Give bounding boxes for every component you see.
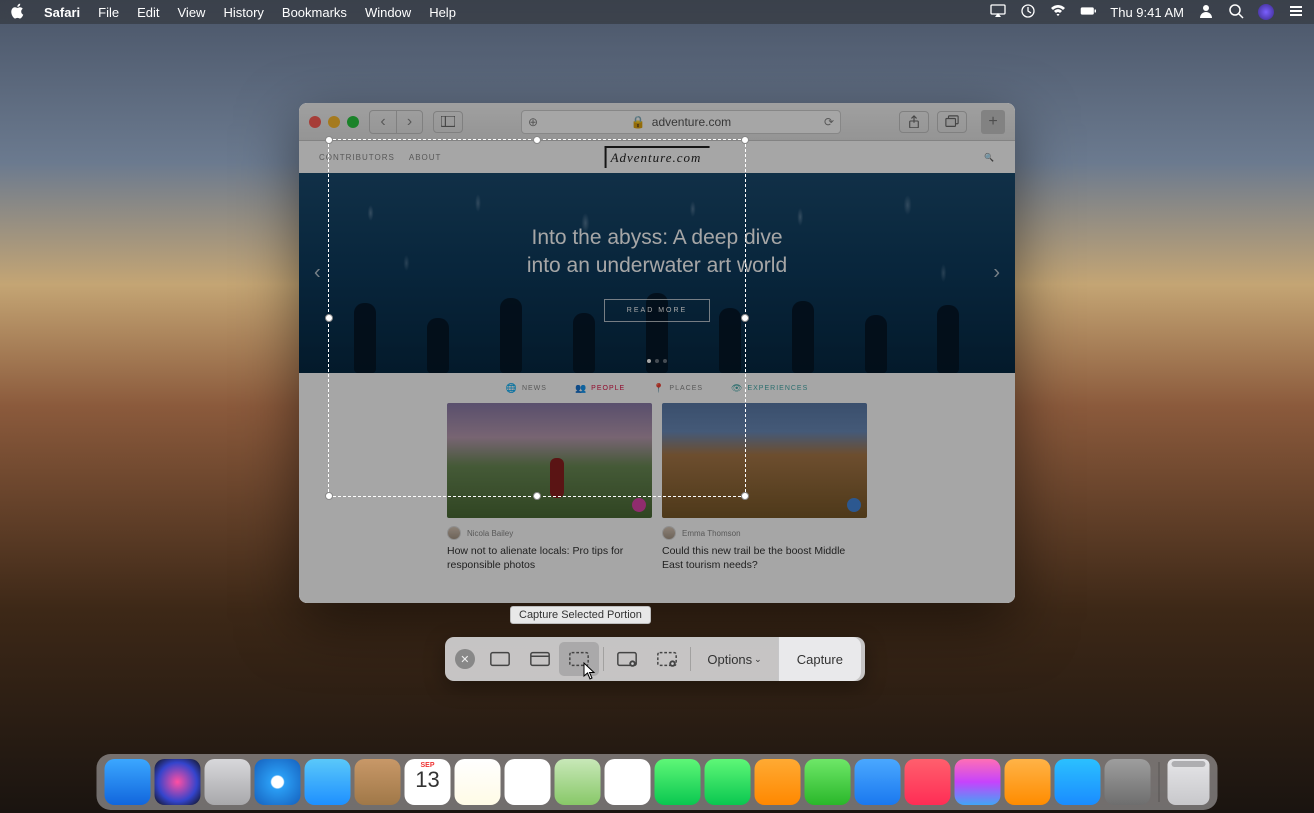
- article-headline: Could this new trail be the boost Middle…: [662, 544, 867, 572]
- dock-app-maps[interactable]: [555, 759, 601, 805]
- close-toolbar-button[interactable]: ✕: [455, 649, 475, 669]
- avatar: [447, 526, 461, 540]
- menu-view[interactable]: View: [178, 5, 206, 20]
- dock-app-mail[interactable]: [305, 759, 351, 805]
- dock-separator: [1159, 762, 1160, 802]
- apple-menu[interactable]: [10, 3, 26, 22]
- app-name[interactable]: Safari: [44, 5, 80, 20]
- options-menu[interactable]: Options⌄: [695, 652, 773, 667]
- site-settings-icon[interactable]: ⊕: [528, 115, 538, 129]
- dock-app-facetime[interactable]: [705, 759, 751, 805]
- airplay-icon[interactable]: [990, 3, 1006, 22]
- capture-entire-screen[interactable]: [481, 642, 520, 676]
- resize-handle[interactable]: [533, 492, 541, 500]
- dock-app-messages[interactable]: [655, 759, 701, 805]
- dock-app-photos[interactable]: [605, 759, 651, 805]
- menu-window[interactable]: Window: [365, 5, 411, 20]
- menu-history[interactable]: History: [223, 5, 263, 20]
- new-tab-button[interactable]: +: [981, 110, 1005, 134]
- back-button[interactable]: ‹: [370, 111, 396, 133]
- menu-help[interactable]: Help: [429, 5, 456, 20]
- capture-selected-window[interactable]: [520, 642, 559, 676]
- user-icon[interactable]: [1198, 3, 1214, 22]
- dock-app-launchpad[interactable]: [205, 759, 251, 805]
- dock-app-appstore[interactable]: [1055, 759, 1101, 805]
- dock-app-numbers[interactable]: [805, 759, 851, 805]
- minimize-button[interactable]: [328, 116, 340, 128]
- dock-app-pages[interactable]: [755, 759, 801, 805]
- separator: [603, 647, 604, 671]
- menu-bookmarks[interactable]: Bookmarks: [282, 5, 347, 20]
- badge-icon: [847, 498, 861, 512]
- dock-app-preferences[interactable]: [1105, 759, 1151, 805]
- dock-app-calendar[interactable]: SEP13: [405, 759, 451, 805]
- sidebar-button[interactable]: [433, 111, 463, 133]
- avatar: [662, 526, 676, 540]
- resize-handle[interactable]: [741, 136, 749, 144]
- record-entire-screen[interactable]: [608, 642, 647, 676]
- dock-app-siri[interactable]: [155, 759, 201, 805]
- dock-app-finder[interactable]: [105, 759, 151, 805]
- tabs-button[interactable]: [937, 111, 967, 133]
- dock-app-ibooks[interactable]: [1005, 759, 1051, 805]
- dock-app-news[interactable]: [905, 759, 951, 805]
- forward-button[interactable]: ›: [396, 111, 422, 133]
- spotlight-icon[interactable]: [1228, 3, 1244, 22]
- resize-handle[interactable]: [325, 314, 333, 322]
- capture-button[interactable]: Capture: [778, 637, 861, 681]
- traffic-lights: [309, 116, 359, 128]
- resize-handle[interactable]: [325, 136, 333, 144]
- screenshot-selection[interactable]: [328, 139, 746, 497]
- carousel-prev[interactable]: ‹: [314, 262, 321, 285]
- safari-titlebar: ‹ › ⊕ 🔒 adventure.com ⟳ +: [299, 103, 1015, 141]
- separator: [690, 647, 691, 671]
- resize-handle[interactable]: [325, 492, 333, 500]
- url-text: adventure.com: [652, 115, 731, 129]
- resize-handle[interactable]: [741, 314, 749, 322]
- dock-app-keynote[interactable]: [855, 759, 901, 805]
- dock-app-itunes[interactable]: [955, 759, 1001, 805]
- author-name: Emma Thomson: [682, 529, 741, 538]
- dock: SEP13: [97, 754, 1218, 810]
- notification-center-icon[interactable]: [1288, 3, 1304, 22]
- badge-icon: [632, 498, 646, 512]
- resize-handle[interactable]: [533, 136, 541, 144]
- menubar: Safari File Edit View History Bookmarks …: [0, 0, 1314, 24]
- clock[interactable]: Thu 9:41 AM: [1110, 5, 1184, 20]
- fullscreen-button[interactable]: [347, 116, 359, 128]
- carousel-next[interactable]: ›: [993, 262, 1000, 285]
- share-button[interactable]: [899, 111, 929, 133]
- article-headline: How not to alienate locals: Pro tips for…: [447, 544, 652, 572]
- battery-icon[interactable]: [1080, 3, 1096, 22]
- dock-app-safari[interactable]: [255, 759, 301, 805]
- siri-status-icon[interactable]: [1258, 4, 1274, 20]
- timemachine-icon[interactable]: [1020, 3, 1036, 22]
- dock-app-contacts[interactable]: [355, 759, 401, 805]
- author-name: Nicola Bailey: [467, 529, 513, 538]
- cursor-icon: [583, 662, 597, 685]
- dock-app-reminders[interactable]: [505, 759, 551, 805]
- close-button[interactable]: [309, 116, 321, 128]
- resize-handle[interactable]: [741, 492, 749, 500]
- dock-app-notes[interactable]: [455, 759, 501, 805]
- nav-buttons: ‹ ›: [369, 110, 423, 134]
- chevron-down-icon: ⌄: [754, 654, 762, 665]
- dock-trash[interactable]: [1168, 759, 1210, 805]
- reload-button[interactable]: ⟳: [824, 115, 834, 129]
- screenshot-toolbar: ✕ Options⌄ Capture: [445, 637, 865, 681]
- lock-icon: 🔒: [631, 115, 646, 129]
- address-bar[interactable]: ⊕ 🔒 adventure.com ⟳: [521, 110, 841, 134]
- menu-file[interactable]: File: [98, 5, 119, 20]
- menu-edit[interactable]: Edit: [137, 5, 159, 20]
- site-search-icon[interactable]: 🔍: [984, 153, 995, 162]
- tooltip: Capture Selected Portion: [510, 606, 651, 624]
- wifi-icon[interactable]: [1050, 3, 1066, 22]
- record-selected-portion[interactable]: [647, 642, 686, 676]
